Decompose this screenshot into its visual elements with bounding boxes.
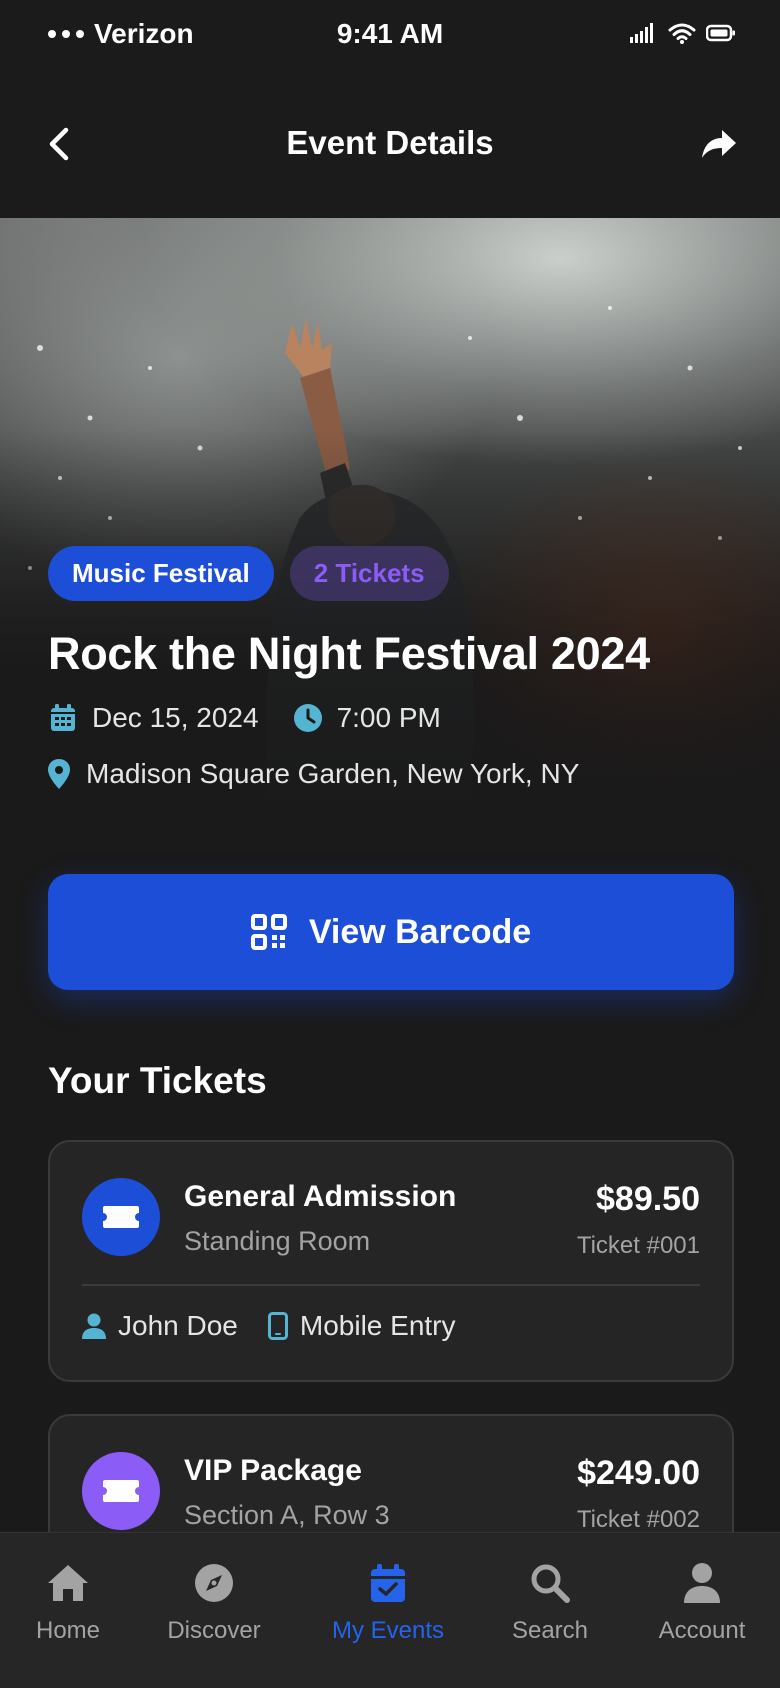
battery-icon — [706, 24, 735, 42]
calendar-check-icon — [371, 1564, 405, 1602]
ticket-holder-name: John Doe — [118, 1310, 238, 1341]
view-barcode-label: View Barcode — [308, 912, 532, 951]
tab-discover[interactable]: Discover — [136, 1563, 292, 1645]
ticket-price: $249.00 — [577, 1454, 700, 1492]
category-badge: Music Festival — [48, 546, 274, 601]
home-icon — [48, 1565, 88, 1601]
status-icons — [630, 22, 736, 44]
ticket-name: General Admission — [184, 1180, 457, 1213]
ticket-footer: John Doe Mobile Entry — [82, 1310, 456, 1342]
share-icon[interactable] — [696, 122, 740, 166]
tab-search[interactable]: Search — [472, 1563, 628, 1645]
tab-my-events-label: My Events — [331, 1617, 445, 1644]
location-pin-icon — [48, 759, 70, 789]
mobile-phone-icon — [267, 1312, 288, 1340]
wifi-icon — [668, 23, 696, 44]
event-date: Dec 15, 2024 — [92, 702, 259, 733]
ticket-card[interactable]: General Admission Standing Room $89.50 T… — [48, 1140, 734, 1382]
ticket-delivery: Mobile Entry — [267, 1310, 456, 1342]
event-tags: Music Festival 2 Tickets — [48, 546, 449, 601]
ticket-divider — [82, 1284, 700, 1286]
tab-home[interactable]: Home — [0, 1563, 146, 1645]
tab-account-label: Account — [658, 1617, 746, 1644]
compass-icon — [195, 1564, 233, 1602]
ticket-number: Ticket #002 — [576, 1506, 700, 1533]
search-icon — [531, 1564, 570, 1603]
ticket-icon — [103, 1480, 139, 1502]
view-barcode-button[interactable]: View Barcode — [48, 874, 734, 990]
event-title: Rock the Night Festival 2024 — [48, 628, 650, 679]
cellular-signal-icon — [630, 23, 653, 43]
clock-icon — [293, 703, 323, 733]
ticket-icon — [103, 1206, 139, 1228]
ticket-name: VIP Package — [184, 1454, 362, 1487]
ticket-number: Ticket #001 — [576, 1232, 700, 1259]
tab-my-events[interactable]: My Events — [310, 1563, 466, 1645]
ticket-count-badge: 2 Tickets — [289, 546, 449, 601]
status-bar: Verizon 9:41 AM — [0, 0, 780, 70]
ticket-price: $89.50 — [596, 1180, 700, 1218]
tab-account[interactable]: Account — [624, 1563, 780, 1645]
ticket-subtitle: Standing Room — [184, 1226, 371, 1256]
event-location: Madison Square Garden, New York, NY — [48, 758, 579, 790]
calendar-icon — [48, 703, 78, 733]
ticket-avatar — [82, 1178, 160, 1256]
tickets-section-title: Your Tickets — [48, 1060, 267, 1101]
user-icon — [684, 1563, 720, 1603]
event-datetime: Dec 15, 2024 7:00 PM — [48, 702, 441, 734]
bottom-tab-bar: Home Discover My Events Search Account — [0, 1532, 780, 1688]
event-time: 7:00 PM — [336, 702, 441, 733]
tab-discover-label: Discover — [167, 1617, 261, 1644]
qr-code-icon — [250, 914, 287, 950]
ticket-subtitle: Section A, Row 3 — [184, 1500, 390, 1530]
ticket-avatar — [82, 1452, 160, 1530]
location-text: Madison Square Garden, New York, NY — [86, 758, 580, 789]
ticket-holder: John Doe — [82, 1310, 238, 1342]
tab-home-label: Home — [35, 1617, 101, 1644]
ticket-delivery-method: Mobile Entry — [299, 1310, 456, 1341]
user-icon — [82, 1313, 106, 1339]
page-title: Event Details — [286, 124, 494, 161]
tab-search-label: Search — [511, 1617, 589, 1644]
nav-header: Event Details — [0, 70, 780, 218]
